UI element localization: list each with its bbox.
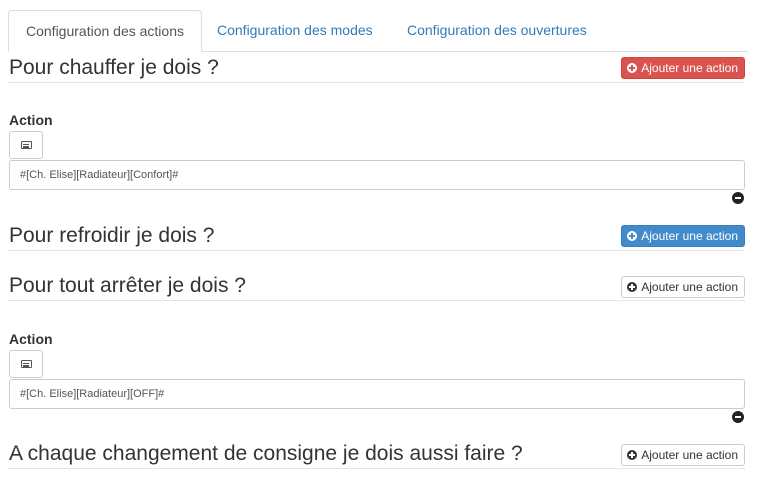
add-heat-action-label: Ajouter une action: [641, 61, 738, 75]
plus-circle-icon: [627, 282, 638, 292]
list-alt-icon: [21, 141, 32, 149]
add-stop-action-label: Ajouter une action: [641, 280, 738, 294]
tab-bar: Configuration des actions Configuration …: [8, 10, 748, 52]
minus-circle-icon[interactable]: [732, 192, 744, 204]
heat-select-cmd-button[interactable]: [9, 131, 43, 159]
add-cool-action-label: Ajouter une action: [641, 229, 738, 243]
add-cool-action-button[interactable]: Ajouter une action: [621, 225, 745, 247]
heat-cmd-input[interactable]: [9, 160, 745, 190]
section-stop-title: Pour tout arrêter je dois ?: [9, 274, 246, 297]
tab-actions-config[interactable]: Configuration des actions: [8, 10, 202, 52]
plus-circle-icon: [627, 231, 638, 241]
section-setpoint-header: A chaque changement de consigne je dois …: [8, 438, 745, 469]
stop-select-cmd-button[interactable]: [9, 350, 43, 378]
add-heat-action-button[interactable]: Ajouter une action: [621, 57, 745, 79]
tab-modes-config[interactable]: Configuration des modes: [200, 10, 390, 50]
plus-circle-icon: [627, 63, 638, 73]
minus-circle-icon[interactable]: [732, 411, 744, 423]
stop-action-label: Action: [9, 331, 53, 347]
stop-cmd-input[interactable]: [9, 379, 745, 409]
section-cool-header: Pour refroidir je dois ? Ajouter une act…: [8, 220, 745, 251]
add-setpoint-action-label: Ajouter une action: [641, 448, 738, 462]
tab-openings-config[interactable]: Configuration des ouvertures: [390, 10, 604, 50]
plus-circle-icon: [627, 450, 638, 460]
add-stop-action-button[interactable]: Ajouter une action: [621, 276, 745, 298]
section-stop-header: Pour tout arrêter je dois ? Ajouter une …: [8, 270, 745, 301]
section-heat-header: Pour chauffer je dois ? Ajouter une acti…: [8, 52, 745, 83]
section-setpoint-title: A chaque changement de consigne je dois …: [9, 442, 523, 465]
section-heat-title: Pour chauffer je dois ?: [9, 56, 219, 79]
section-cool-title: Pour refroidir je dois ?: [9, 224, 215, 247]
list-alt-icon: [21, 360, 32, 368]
add-setpoint-action-button[interactable]: Ajouter une action: [621, 444, 745, 466]
heat-action-label: Action: [9, 112, 53, 128]
